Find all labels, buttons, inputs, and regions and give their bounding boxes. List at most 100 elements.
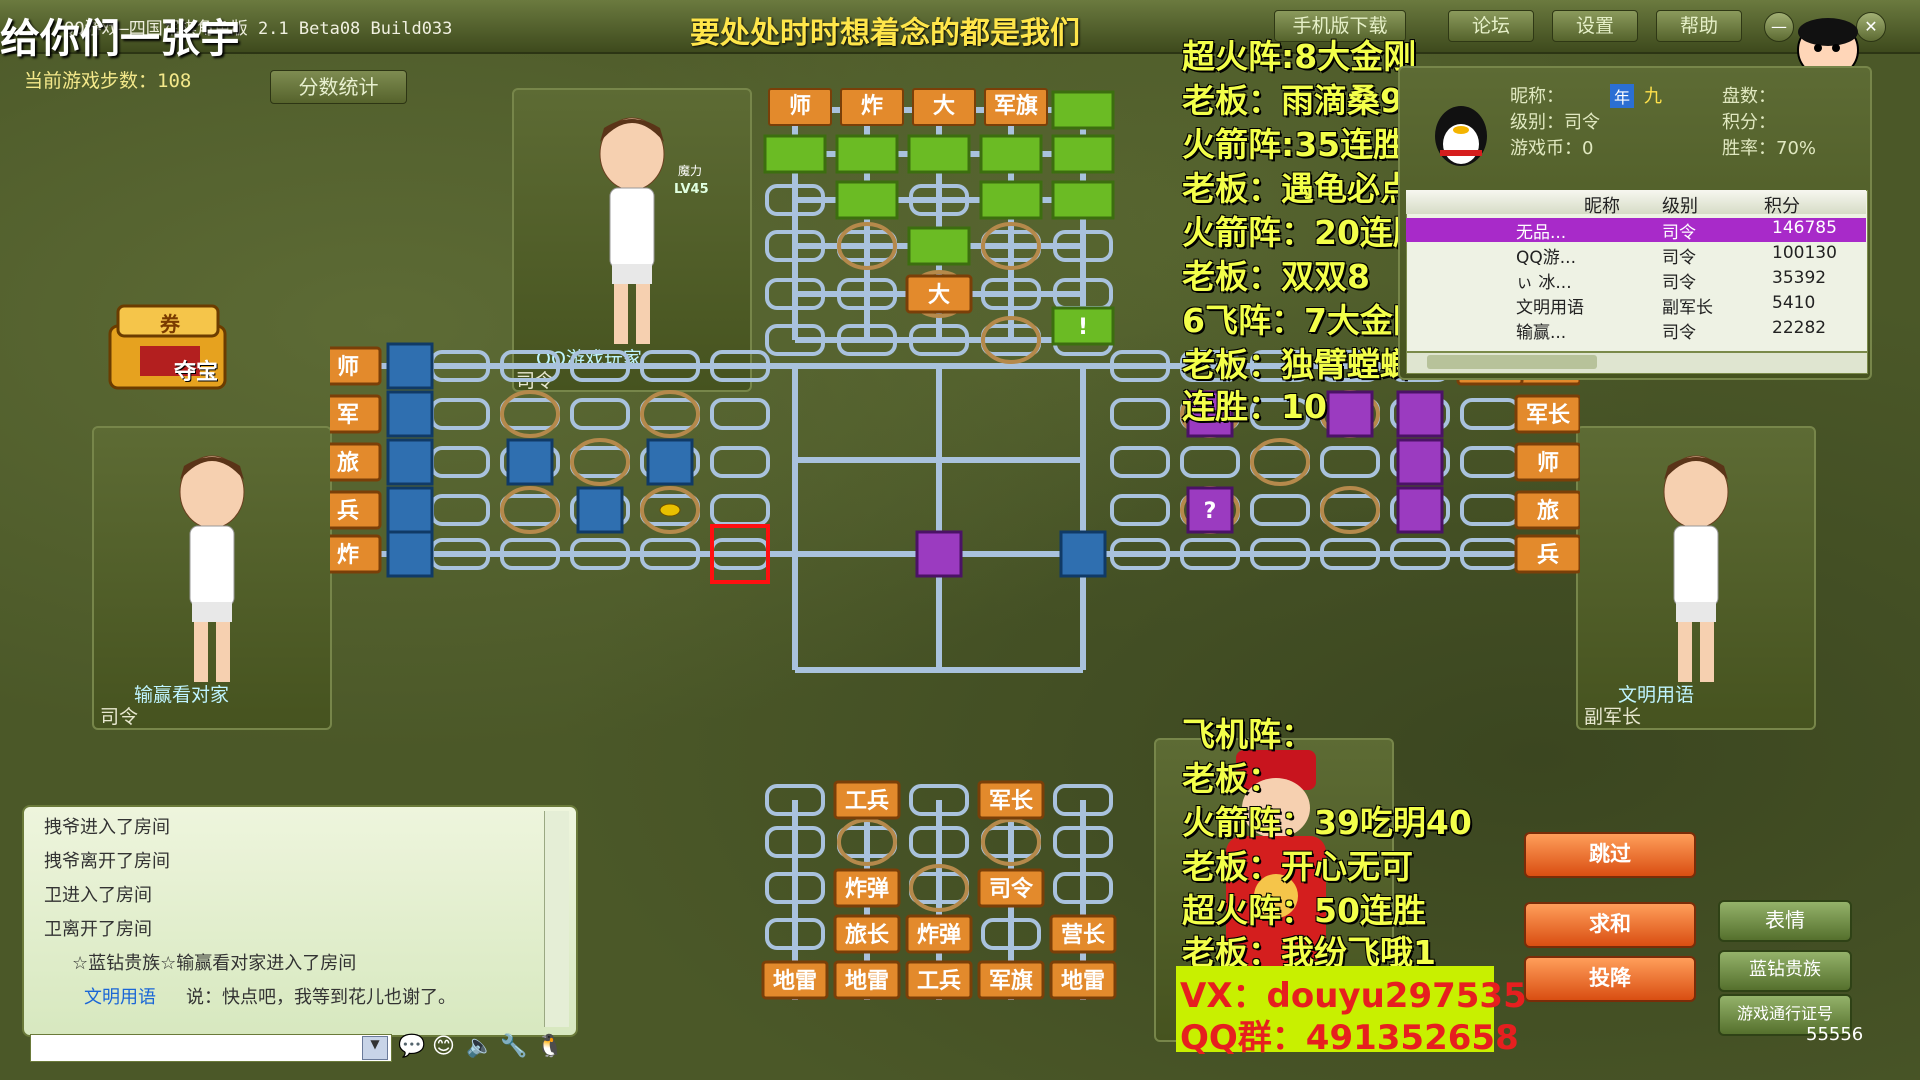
row-rank: 司令 xyxy=(1662,248,1696,268)
board-node xyxy=(500,494,560,526)
speaker-icon[interactable]: 🔈 xyxy=(466,1034,493,1059)
chat-speaker[interactable]: 文明用语 xyxy=(84,983,156,1009)
piece-top-3[interactable]: 大 xyxy=(912,88,976,126)
svg-text:营长: 营长 xyxy=(1061,923,1106,948)
step-counter: 当前游戏步数：108 xyxy=(24,70,192,92)
draw-button[interactable]: 求和 xyxy=(1524,902,1696,948)
qq-penguin-icon xyxy=(1435,106,1487,166)
piece-top-4[interactable]: 军旗 xyxy=(984,88,1048,126)
profile-winrate: 胜率：70% xyxy=(1722,138,1817,159)
ranking-scrollbar[interactable] xyxy=(1406,352,1868,374)
avatar xyxy=(1663,455,1729,682)
blue-piece xyxy=(386,438,434,486)
counter-text: 55556 xyxy=(1806,1024,1864,1045)
board-node xyxy=(1180,446,1240,478)
chat-line: 拽爷离开了房间 xyxy=(44,851,170,872)
overlay-line: 超火阵：50连胜 xyxy=(1182,891,1426,930)
board-node xyxy=(1250,494,1310,526)
board-node xyxy=(710,446,770,478)
row-name: QQ游... xyxy=(1516,248,1576,268)
wrench-icon[interactable]: 🔧 xyxy=(500,1034,527,1059)
scrollbar-thumb[interactable] xyxy=(1427,355,1597,369)
emote-button[interactable]: 表情 xyxy=(1718,900,1852,942)
player-rank-right: 副军长 xyxy=(1584,706,1642,728)
contact-box: VX：douyu297535 QQ群：491352658 xyxy=(1176,966,1527,1058)
skip-button[interactable]: 跳过 xyxy=(1524,832,1696,878)
svg-text:师: 师 xyxy=(1537,450,1559,476)
svg-text:兵: 兵 xyxy=(1537,543,1559,568)
ranking-col-score[interactable]: 积分 xyxy=(1764,192,1800,218)
green-piece xyxy=(907,226,971,266)
piece-bottom: 军旗 xyxy=(977,960,1045,1000)
overlay-line: 老板：遇龟必点 xyxy=(1182,169,1413,208)
svg-text:军旗: 军旗 xyxy=(989,968,1033,994)
profile-coins: 游戏币：0 xyxy=(1510,138,1594,159)
svg-text:军长: 军长 xyxy=(1526,403,1571,428)
chat-line: ☆蓝钻贵族☆输赢看对家进入了房间 xyxy=(72,953,357,974)
penguin-icon[interactable]: 🐧 xyxy=(536,1034,563,1059)
piece-bottom: 司令 xyxy=(977,868,1045,908)
ranking-row[interactable]: 输赢... 司令 22282 xyxy=(1406,318,1866,343)
svg-text:旅: 旅 xyxy=(337,450,359,476)
purple-piece xyxy=(1396,390,1444,438)
ranking-row[interactable]: 文明用语 副军长 5410 xyxy=(1406,293,1866,318)
settings-button[interactable]: 设置 xyxy=(1552,10,1638,42)
right-label: 兵 xyxy=(1514,534,1580,574)
left-label: 军 xyxy=(330,394,382,434)
board-node xyxy=(1460,494,1520,526)
overlay-line: 飞机阵： xyxy=(1182,715,1314,754)
piece-top-1[interactable]: 师 xyxy=(768,88,832,126)
help-button[interactable]: 帮助 xyxy=(1656,10,1742,42)
blue-piece xyxy=(576,486,624,534)
svg-text:军长: 军长 xyxy=(989,789,1034,814)
ranking-row[interactable]: ぃ 冰... 司令 35392 xyxy=(1406,268,1866,293)
overlay-line: 火箭阵:35连胜 xyxy=(1182,125,1407,164)
board-node xyxy=(1320,494,1380,526)
piece-bottom: 工兵 xyxy=(833,780,901,820)
piece-bottom: 炸弹 xyxy=(905,914,973,954)
ranking-col-rank[interactable]: 级别 xyxy=(1662,192,1698,218)
surrender-button[interactable]: 投降 xyxy=(1524,956,1696,1002)
svg-text:兵: 兵 xyxy=(337,499,359,524)
board-node xyxy=(1110,446,1170,478)
stream-title: 给你们一张宇 xyxy=(0,16,240,62)
green-piece xyxy=(1051,180,1115,220)
blue-diamond-button[interactable]: 蓝钻贵族 xyxy=(1718,950,1852,992)
svg-text:大: 大 xyxy=(928,283,950,308)
right-label: 军长 xyxy=(1514,394,1580,434)
svg-text:炸弹: 炸弹 xyxy=(917,922,961,948)
overlay-line: 老板： xyxy=(1182,759,1281,798)
player-rank-left: 司令 xyxy=(100,706,139,728)
row-score: 146785 xyxy=(1772,218,1837,238)
chat-scrollbar[interactable] xyxy=(544,811,569,1027)
chat-input[interactable] xyxy=(30,1034,392,1062)
svg-text:炸: 炸 xyxy=(337,542,359,568)
row-score: 100130 xyxy=(1772,243,1837,263)
green-piece xyxy=(979,180,1043,220)
player-panel-right: 文明用语 副军长 xyxy=(1576,426,1816,730)
ranking-row[interactable]: QQ游... 司令 100130 xyxy=(1406,243,1866,268)
player-name-left[interactable]: 输赢看对家 xyxy=(134,680,229,707)
ranking-col-name[interactable]: 昵称 xyxy=(1584,192,1620,218)
board-node xyxy=(1110,398,1170,430)
green-piece xyxy=(907,134,971,174)
forum-button[interactable]: 论坛 xyxy=(1448,10,1534,42)
piece-bottom: 炸弹 xyxy=(833,868,901,908)
green-piece xyxy=(835,180,899,220)
chat-bubble-icon[interactable]: 💬 xyxy=(398,1034,425,1059)
overlay-line: 老板：双双8 xyxy=(1182,257,1370,296)
piece-top-2[interactable]: 炸 xyxy=(840,88,904,126)
avatar xyxy=(179,455,245,682)
piece-bottom: 军长 xyxy=(977,780,1045,820)
chevron-down-icon[interactable]: ▼ xyxy=(362,1036,388,1060)
row-score: 35392 xyxy=(1772,268,1827,288)
treasure-button[interactable]: 券 夺宝 xyxy=(100,296,240,396)
ranking-row[interactable]: 无品... 司令 146785 xyxy=(1406,218,1866,243)
row-name: 文明用语 xyxy=(1516,298,1584,318)
marker-icon xyxy=(659,503,681,517)
board-node xyxy=(1320,446,1380,478)
smiley-icon[interactable]: 😊 xyxy=(432,1034,455,1059)
blue-piece xyxy=(386,390,434,438)
board-node xyxy=(710,494,770,526)
svg-text:地雷: 地雷 xyxy=(845,969,889,994)
